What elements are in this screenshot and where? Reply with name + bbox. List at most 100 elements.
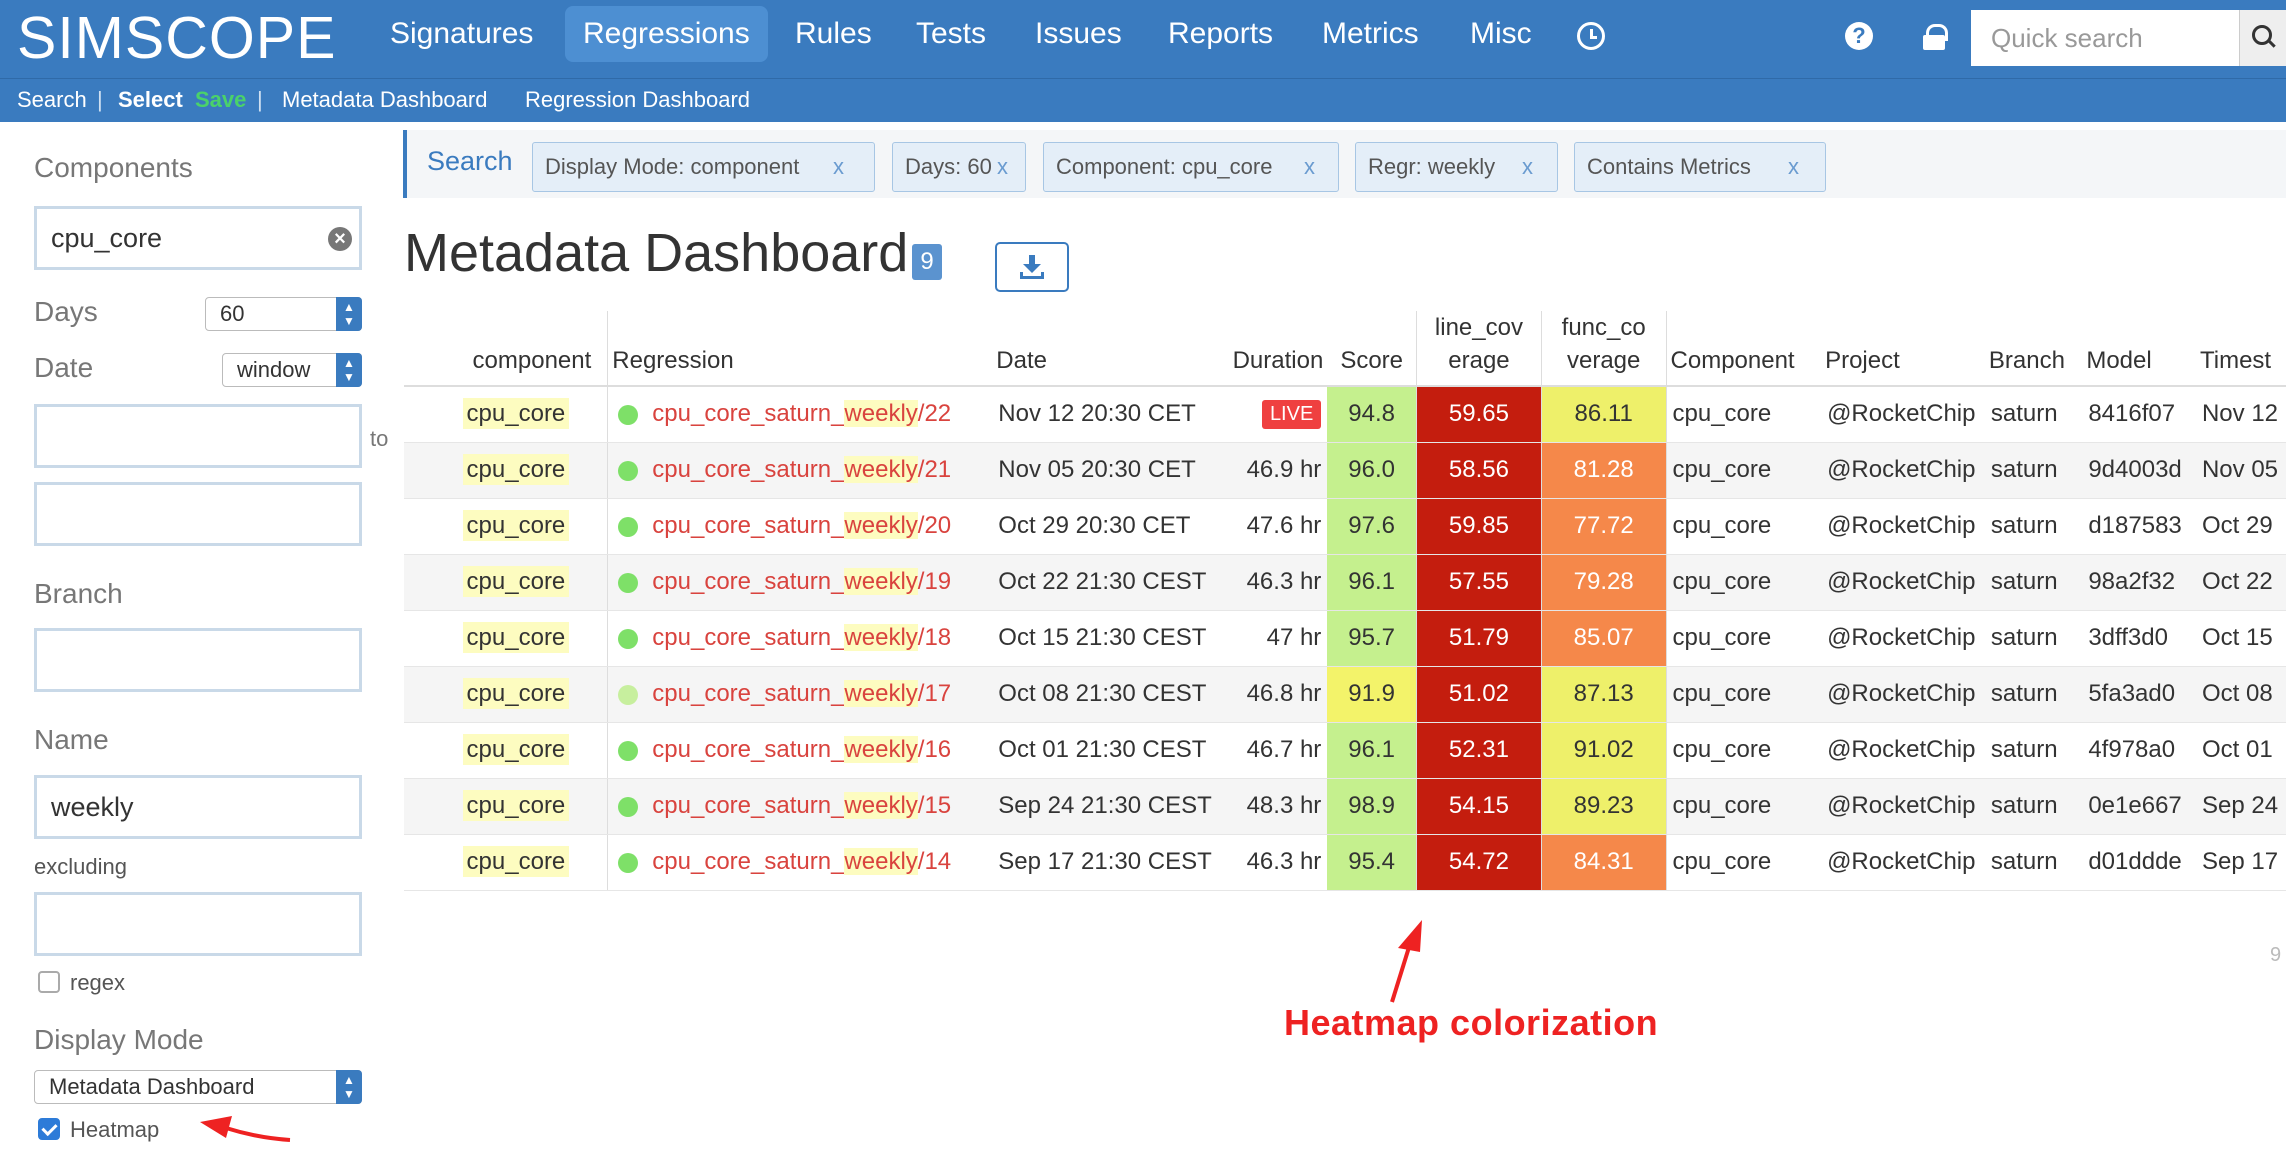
branch-input[interactable]: [34, 628, 362, 692]
regression-link[interactable]: cpu_core_saturn_weekly/15: [652, 792, 951, 819]
component-value: cpu_core: [462, 734, 570, 765]
chip-label: Regr: weekly: [1368, 154, 1496, 179]
regression-link[interactable]: cpu_core_saturn_weekly/19: [652, 568, 951, 595]
name-input[interactable]: [34, 775, 362, 839]
regression-link[interactable]: cpu_core_saturn_weekly/21: [652, 456, 951, 483]
filter-chip-contains-metrics[interactable]: Contains Metrics x: [1574, 142, 1826, 192]
cell-func-coverage: 79.28: [1541, 554, 1667, 611]
simscope-logo[interactable]: SIMSCOPE: [17, 4, 336, 72]
remove-filter-icon[interactable]: x: [1788, 143, 1799, 191]
filter-chip-component[interactable]: Component: cpu_core x: [1043, 142, 1339, 192]
regression-link[interactable]: cpu_core_saturn_weekly/22: [652, 400, 951, 428]
regex-checkbox[interactable]: [38, 971, 60, 993]
clear-icon[interactable]: ×: [328, 227, 352, 251]
col-header-regression[interactable]: Regression: [607, 311, 993, 387]
cell-component: cpu_core: [404, 442, 609, 499]
cell-regression: cpu_core_saturn_weekly/18: [607, 610, 993, 667]
subnav-metadata-dashboard[interactable]: Metadata Dashboard: [282, 87, 487, 113]
cell-component2: cpu_core: [1666, 778, 1822, 835]
sub-navbar: Search | Select Save | Metadata Dashboar…: [0, 78, 2286, 122]
cell-regression: cpu_core_saturn_weekly/15: [607, 778, 993, 835]
remove-filter-icon[interactable]: x: [833, 143, 844, 191]
cell-project: @RocketChip: [1821, 666, 1985, 723]
col-header-branch[interactable]: Branch: [1984, 311, 2083, 387]
date-to-input[interactable]: [34, 482, 362, 546]
components-label: Components: [34, 152, 193, 183]
search-icon[interactable]: [2239, 10, 2286, 66]
heatmap-checkbox[interactable]: [38, 1118, 60, 1140]
subnav-separator: |: [97, 87, 103, 112]
clock-icon[interactable]: [1577, 22, 1605, 50]
regression-link[interactable]: cpu_core_saturn_weekly/18: [652, 624, 951, 651]
cell-score: 98.9: [1327, 778, 1418, 835]
regression-link[interactable]: cpu_core_saturn_weekly/14: [652, 848, 951, 875]
col-header-func-coverage[interactable]: func_co verage: [1541, 311, 1667, 387]
remove-filter-icon[interactable]: x: [1522, 143, 1533, 191]
col-header-model[interactable]: Model: [2082, 311, 2196, 387]
cell-project: @RocketChip: [1821, 722, 1985, 779]
nav-metrics[interactable]: Metrics: [1304, 6, 1437, 62]
cell-project: @RocketChip: [1821, 442, 1985, 499]
cell-model: d187583: [2082, 498, 2196, 555]
display-mode-select[interactable]: Metadata Dashboard ▲ ▼: [34, 1070, 362, 1104]
cell-component: cpu_core: [404, 554, 609, 611]
remove-filter-icon[interactable]: x: [997, 143, 1008, 191]
col-header-duration[interactable]: Duration: [1217, 311, 1328, 387]
cell-line-coverage: 54.72: [1416, 834, 1542, 891]
nav-misc[interactable]: Misc: [1452, 6, 1550, 62]
regression-link[interactable]: cpu_core_saturn_weekly/16: [652, 736, 951, 763]
col-header-line-coverage[interactable]: line_cov erage: [1416, 311, 1542, 387]
cell-score: 95.7: [1327, 610, 1418, 667]
live-badge: LIVE: [1261, 400, 1322, 430]
regression-name: cpu_core_saturn_: [652, 848, 845, 875]
days-select[interactable]: 60 ▲ ▼: [205, 297, 362, 331]
regression-link[interactable]: cpu_core_saturn_weekly/17: [652, 680, 951, 707]
nav-issues[interactable]: Issues: [1017, 6, 1140, 62]
col-header-project[interactable]: Project: [1821, 311, 1985, 387]
remove-filter-icon[interactable]: x: [1304, 143, 1315, 191]
cell-regression: cpu_core_saturn_weekly/22: [607, 386, 993, 443]
col-header-timestamp[interactable]: Timest: [2195, 311, 2286, 387]
filter-chip-display-mode[interactable]: Display Mode: component x: [532, 142, 875, 192]
col-header-score[interactable]: Score: [1327, 311, 1418, 387]
regression-name: cpu_core_saturn_: [652, 456, 845, 483]
nav-reports[interactable]: Reports: [1150, 6, 1291, 62]
nav-tests[interactable]: Tests: [898, 6, 1004, 62]
result-count-badge: 9: [912, 244, 942, 280]
col-header-date[interactable]: Date: [992, 311, 1218, 387]
cell-model: 0e1e667: [2082, 778, 2196, 835]
date-mode-select[interactable]: window ▲ ▼: [222, 353, 362, 387]
excluding-input[interactable]: [34, 892, 362, 956]
quick-search-input[interactable]: [1971, 10, 2239, 66]
top-navbar: SIMSCOPE Signatures Regressions Rules Te…: [0, 0, 2286, 78]
col-header-component[interactable]: component: [404, 311, 609, 387]
duration-value: 46.7 hr: [1246, 736, 1322, 763]
regression-link[interactable]: cpu_core_saturn_weekly/20: [652, 512, 951, 539]
regression-name-match: weekly: [844, 400, 918, 428]
nav-signatures[interactable]: Signatures: [372, 6, 551, 62]
filter-chip-regr[interactable]: Regr: weekly x: [1355, 142, 1558, 192]
download-button[interactable]: [995, 242, 1069, 292]
cell-timestamp: Nov 12: [2195, 386, 2286, 443]
col-header-component2[interactable]: Component: [1666, 311, 1822, 387]
components-input[interactable]: [34, 206, 362, 270]
nav-rules[interactable]: Rules: [777, 6, 890, 62]
cell-model: d01ddde: [2082, 834, 2196, 891]
date-from-input[interactable]: [34, 404, 362, 468]
cell-duration: 46.9 hr: [1217, 442, 1328, 499]
cell-regression: cpu_core_saturn_weekly/20: [607, 498, 993, 555]
cell-project: @RocketChip: [1821, 386, 1985, 443]
status-dot-icon: [618, 572, 639, 593]
nav-regressions[interactable]: Regressions: [565, 6, 768, 62]
subnav-select[interactable]: Select: [118, 87, 183, 113]
help-icon[interactable]: ?: [1845, 22, 1873, 50]
subnav-save[interactable]: Save: [195, 87, 246, 113]
search-filters-label[interactable]: Search: [427, 146, 513, 177]
subnav-regression-dashboard[interactable]: Regression Dashboard: [525, 87, 750, 113]
table-header-row: component Regression Date Duration Score…: [404, 311, 2286, 387]
status-dot-icon: [618, 796, 639, 817]
subnav-search[interactable]: Search: [17, 87, 87, 113]
header-text: line_cov: [1434, 314, 1523, 341]
lock-icon[interactable]: [1922, 24, 1948, 50]
filter-chip-days[interactable]: Days: 60 x: [892, 142, 1026, 192]
